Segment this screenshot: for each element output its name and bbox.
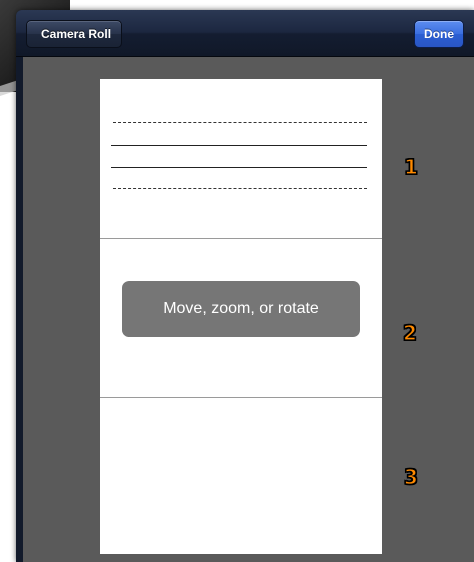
camera-roll-back-button[interactable]: Camera Roll — [26, 20, 123, 48]
navigation-bar: Camera Roll Done — [16, 10, 474, 57]
solid-guide-line-upper — [111, 145, 367, 146]
screen: Camera Roll Done Move, zoom, or rotate 1… — [0, 0, 474, 562]
done-button[interactable]: Done — [414, 20, 464, 48]
section-divider-1 — [100, 238, 382, 239]
dashed-guide-line-top — [113, 122, 367, 123]
marker-1: 1 — [403, 154, 418, 179]
dashed-guide-line-bottom — [113, 188, 367, 189]
photo-preview[interactable]: Move, zoom, or rotate — [100, 79, 382, 554]
move-zoom-rotate-hint: Move, zoom, or rotate — [122, 281, 360, 337]
solid-guide-line-lower — [111, 167, 367, 168]
marker-2: 2 — [402, 320, 417, 345]
section-divider-2 — [100, 397, 382, 398]
photo-editor-window: Camera Roll Done Move, zoom, or rotate 1… — [16, 10, 474, 562]
crop-area[interactable]: Move, zoom, or rotate 1 2 3 — [23, 57, 474, 562]
marker-3: 3 — [403, 464, 418, 489]
